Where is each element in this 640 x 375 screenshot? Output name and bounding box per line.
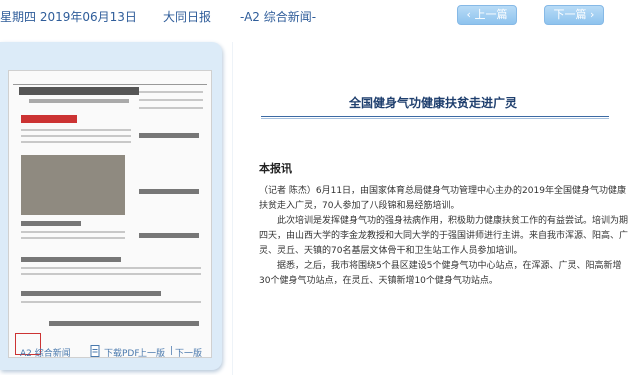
thumb-text-line xyxy=(21,231,125,233)
thumb-text-line xyxy=(21,267,201,269)
next-article-button[interactable]: 下一篇 › xyxy=(544,5,604,25)
thumb-text-line xyxy=(21,135,131,137)
article-title: 全国健身气功健康扶贫走进广灵 xyxy=(348,96,517,110)
thumb-article-title[interactable] xyxy=(139,189,199,194)
thumb-text-line xyxy=(21,273,201,275)
article-panel: 全国健身气功健康扶贫走进广灵 本报讯 （记者 陈杰）6月11日，由国家体育总局健… xyxy=(232,42,640,375)
article-paragraph: 此次培训是发挥健身气功的强身祛病作用，积极助力健康扶贫工作的有益尝试。培训为期四… xyxy=(259,216,629,256)
article-dateline: 本报讯 xyxy=(259,162,292,175)
article-body: （记者 陈杰）6月11日，由国家体育总局健身气功管理中心主办的2019年全国健身… xyxy=(259,184,629,289)
thumb-text-line xyxy=(139,107,203,109)
chevron-right-icon: › xyxy=(590,8,595,21)
thumb-article-title[interactable] xyxy=(139,133,199,138)
article-paragraph: （记者 陈杰）6月11日，由国家体育总局健身气功管理中心主办的2019年全国健身… xyxy=(259,186,626,211)
prev-article-label: 上一篇 xyxy=(474,8,508,21)
thumb-article-title[interactable] xyxy=(21,291,161,296)
chevron-left-icon: ‹ xyxy=(466,8,471,21)
link-separator: | xyxy=(170,346,174,356)
thumb-masthead xyxy=(13,75,207,85)
thumb-photo xyxy=(21,155,125,215)
next-article-label: 下一篇 xyxy=(553,8,587,21)
page-section: -A2 综合新闻- xyxy=(240,10,317,24)
title-divider-secondary xyxy=(261,118,609,119)
thumb-text-line xyxy=(139,91,203,93)
thumb-subhead xyxy=(29,99,129,103)
top-bar: 星期四 2019年06月13日 大同日报 -A2 综合新闻- ‹ 上一篇 下一篇… xyxy=(0,0,640,34)
page-link[interactable]: A2 综合新闻 xyxy=(20,346,71,359)
title-divider xyxy=(261,116,609,117)
paper-name: 大同日报 xyxy=(163,10,212,24)
thumb-article-title[interactable] xyxy=(21,257,121,262)
page-thumbnail[interactable] xyxy=(8,70,212,358)
thumb-text-line xyxy=(21,301,201,303)
thumb-text-line xyxy=(21,141,131,143)
thumb-text-line xyxy=(139,99,203,101)
issue-date: 星期四 2019年06月13日 xyxy=(0,10,137,24)
thumbnail-footer: A2 综合新闻 下载PDF 上一版 | 下一版 xyxy=(0,342,222,362)
article-paragraph: 据悉，之后，我市将围绕5个县区建设5个健身气功中心站点，在浑源、广灵、阳高新增3… xyxy=(259,261,622,286)
thumb-article-title[interactable] xyxy=(49,321,199,326)
thumb-article-title[interactable] xyxy=(21,221,81,226)
prev-article-button[interactable]: ‹ 上一篇 xyxy=(457,5,517,25)
thumb-headline[interactable] xyxy=(19,87,139,95)
thumb-article-title[interactable] xyxy=(139,233,199,238)
next-page-link[interactable]: 下一版 xyxy=(175,346,202,359)
page-thumbnail-panel: A2 综合新闻 下载PDF 上一版 | 下一版 xyxy=(0,42,222,370)
thumb-red-title[interactable] xyxy=(21,115,77,123)
pdf-icon xyxy=(90,345,100,357)
thumb-text-line xyxy=(21,129,131,131)
prev-page-link[interactable]: 上一版 xyxy=(138,346,165,359)
thumb-text-line xyxy=(21,237,125,239)
download-pdf-link[interactable]: 下载PDF xyxy=(104,346,140,359)
